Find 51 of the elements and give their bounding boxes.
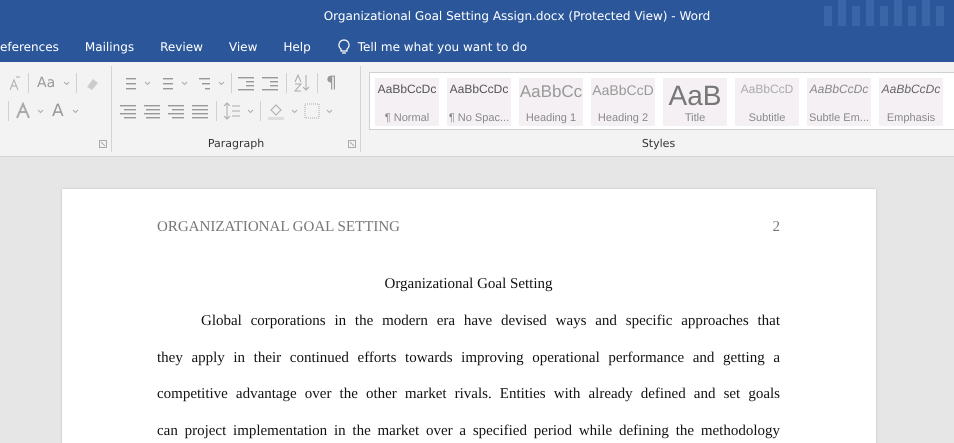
decrease-indent-icon[interactable]	[238, 75, 256, 91]
align-center-icon[interactable]	[144, 103, 162, 119]
launcher-icon[interactable]	[99, 140, 107, 148]
caret-icon[interactable]	[63, 80, 70, 86]
group-label: Paragraph	[208, 137, 264, 150]
increase-indent-icon[interactable]	[262, 75, 280, 91]
align-left-icon[interactable]	[120, 103, 138, 119]
font-color-button[interactable]: A	[50, 101, 66, 121]
window-title: Organizational Goal Setting Assign.docx (Protected View) - Word	[324, 9, 710, 23]
group-label: Styles	[642, 137, 676, 150]
caret-icon[interactable]	[291, 108, 298, 114]
launcher-icon[interactable]	[348, 140, 356, 148]
menu-tab[interactable]: eferences	[0, 34, 72, 60]
style-item[interactable]: AaB Title	[663, 78, 727, 126]
show-marks-button[interactable]: ¶	[324, 73, 339, 93]
justify-icon[interactable]	[192, 103, 210, 119]
running-header: ORGANIZATIONAL GOAL SETTING	[157, 219, 400, 236]
caret-icon[interactable]	[247, 108, 254, 114]
menu-tab[interactable]: View	[216, 34, 270, 60]
document-title: Organizational Goal Setting	[383, 275, 554, 294]
sort-icon[interactable]	[293, 74, 311, 92]
body-text-line: competitive advantage over the other market rivals. Entities with already defined and set goals	[157, 385, 780, 404]
style-item[interactable]: AaBbCcD Heading 2	[591, 78, 655, 126]
body-text-line: they apply in their continued efforts towards improving operational performance and getting a	[157, 348, 780, 368]
menu-tab[interactable]: Review	[147, 34, 216, 60]
borders-icon[interactable]	[304, 103, 320, 119]
page-number: 2	[772, 219, 780, 236]
caret-icon[interactable]	[72, 108, 79, 114]
paint-bucket-icon[interactable]	[267, 102, 285, 120]
style-item[interactable]: AaBbCcDc ¶ No Spac...	[447, 78, 511, 126]
menu-tab[interactable]: Mailings	[72, 34, 148, 60]
caret-icon[interactable]	[326, 108, 333, 114]
style-item[interactable]: AaBbCc Heading 1	[519, 78, 583, 126]
change-case-button[interactable]: Aa	[35, 73, 58, 93]
tell-me-search[interactable]: Tell me what you want to do	[358, 40, 528, 54]
text-effects-icon[interactable]	[15, 102, 31, 120]
caret-icon[interactable]	[218, 80, 225, 86]
menu-tab[interactable]: Help	[270, 34, 324, 60]
lightbulb-icon[interactable]	[338, 39, 350, 55]
line-spacing-icon[interactable]	[223, 102, 241, 120]
shrink-font-icon[interactable]	[8, 75, 22, 91]
style-item[interactable]: AaBbCcDc ¶ Normal	[375, 78, 439, 126]
caret-icon[interactable]	[144, 80, 151, 86]
body-text-line: can project implementation in the market over a specified period while defining the methodology	[157, 422, 780, 442]
style-item[interactable]: AaBbCcDc Emphasis	[879, 78, 943, 126]
body-text-line: Global corporations in the modern era have devised ways and specific approaches that	[200, 312, 780, 331]
caret-icon[interactable]	[181, 80, 188, 86]
align-right-icon[interactable]	[168, 103, 186, 119]
style-item[interactable]: AaBbCcD Subtitle	[735, 78, 799, 126]
style-item[interactable]: AaBbCcDc Subtle Em...	[807, 78, 871, 126]
caret-icon[interactable]	[37, 108, 44, 114]
